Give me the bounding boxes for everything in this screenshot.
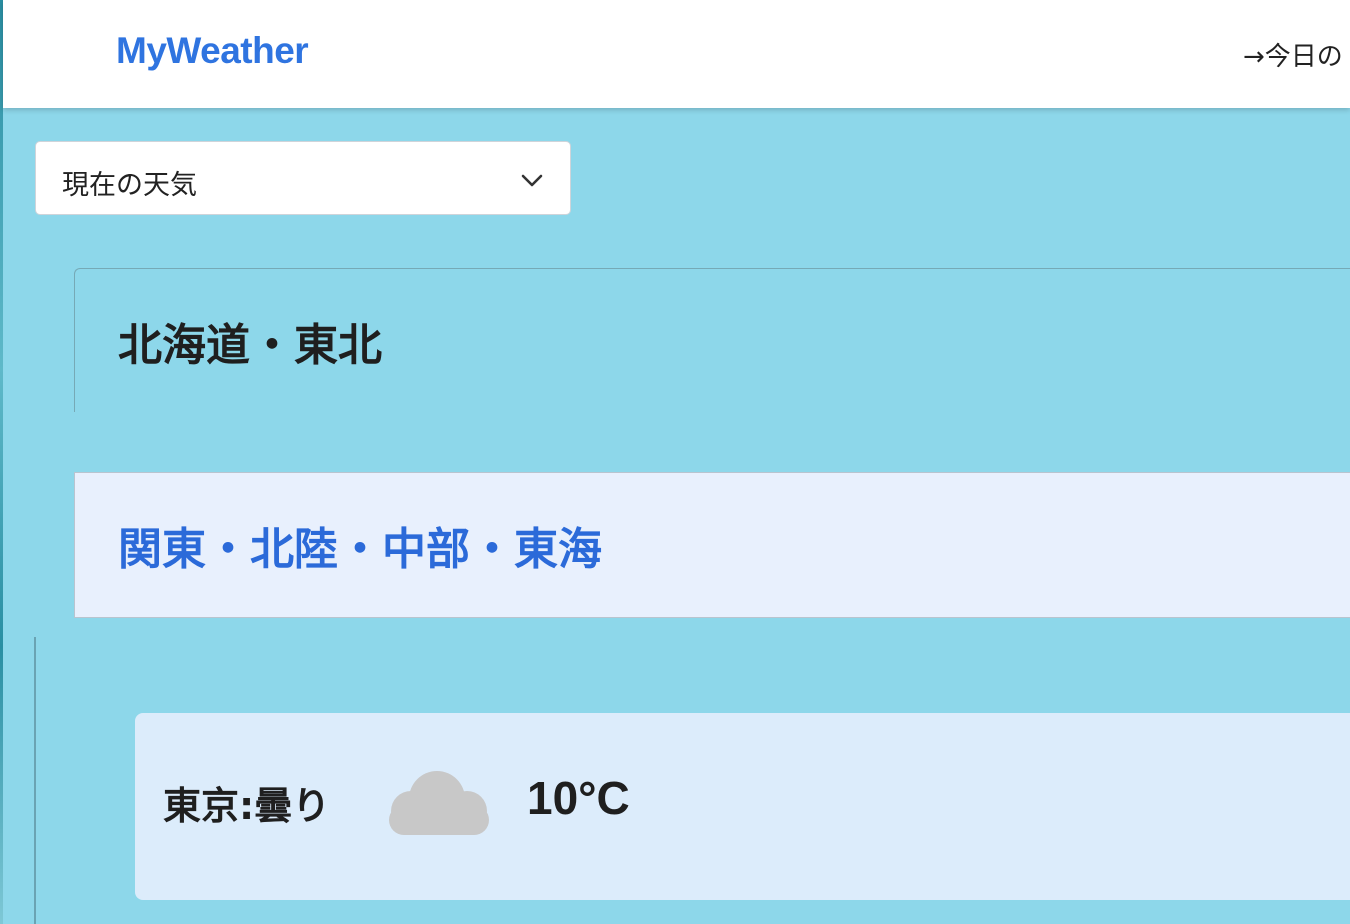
- accordion-body-border: [34, 637, 36, 924]
- region-accordion-hokkaido-tohoku[interactable]: 北海道・東北: [74, 268, 1350, 412]
- temperature: 10°C: [527, 772, 630, 824]
- region-title: 関東・北陸・中部・東海: [118, 524, 602, 575]
- chevron-down-icon: [521, 174, 543, 187]
- weather-card-tokyo: 東京:曇り 10°C: [135, 713, 1350, 900]
- city-condition: 東京:曇り: [163, 784, 331, 828]
- nav-link-today[interactable]: →今日の: [1243, 36, 1343, 73]
- select-value: 現在の天気: [62, 170, 197, 201]
- cloud-icon: [389, 771, 489, 835]
- window-edge: [0, 0, 3, 924]
- region-accordion-kanto-chubu[interactable]: 関東・北陸・中部・東海: [74, 472, 1350, 618]
- brand-logo[interactable]: MyWeather: [116, 30, 309, 72]
- weather-type-select[interactable]: 現在の天気: [35, 141, 571, 215]
- navbar: MyWeather →今日の: [3, 0, 1350, 108]
- region-title: 北海道・東北: [118, 320, 382, 371]
